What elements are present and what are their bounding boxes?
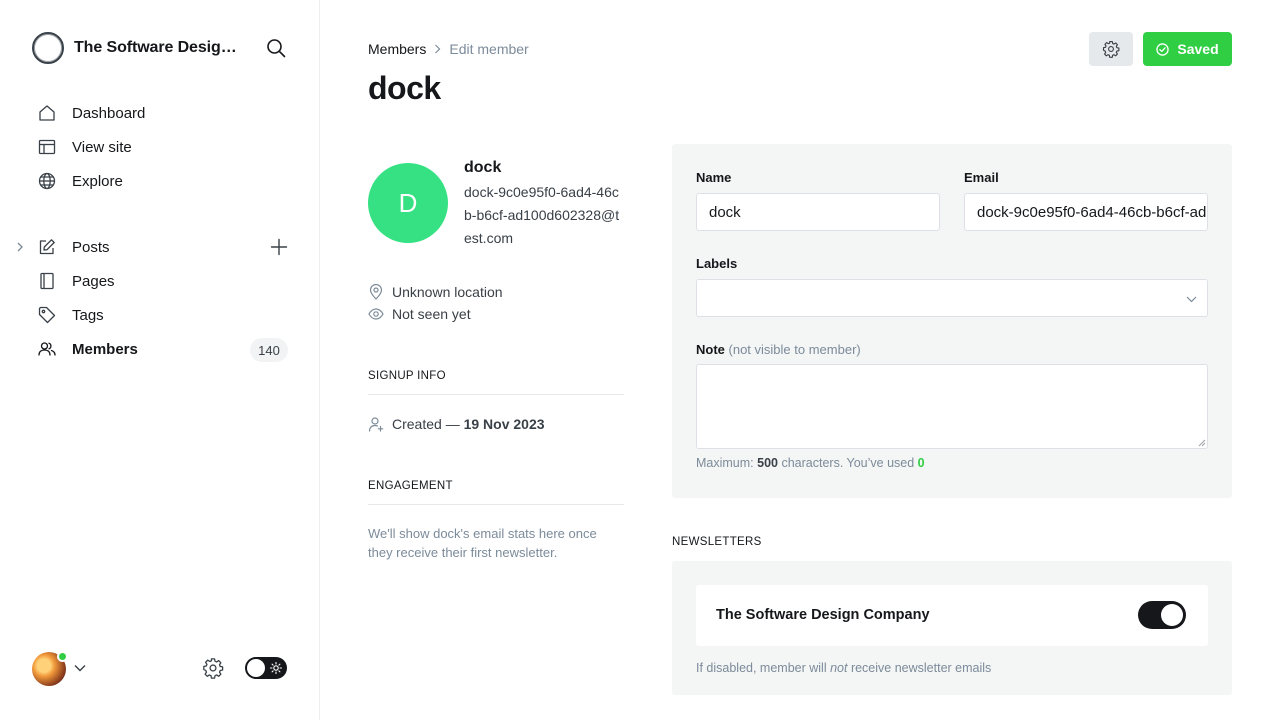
chevron-right-icon[interactable] (16, 241, 26, 253)
globe-icon (38, 172, 56, 190)
page-icon (38, 272, 56, 290)
member-actions-button[interactable] (1089, 32, 1133, 66)
user-menu[interactable] (32, 651, 68, 686)
eye-icon (368, 306, 384, 322)
online-status-dot (57, 651, 68, 662)
name-label: Name (696, 170, 732, 185)
members-count-badge: 140 (250, 338, 288, 362)
page-title: dock (368, 70, 441, 106)
engagement-text: We'll show dock's email stats here once … (368, 526, 597, 560)
name-field[interactable]: dock (696, 193, 940, 231)
brand[interactable]: The Software Design ... (32, 32, 246, 64)
email-field[interactable]: dock-9c0e95f0-6ad4-46cb-b6cf-ad100d60232… (964, 193, 1208, 231)
check-circle-icon (1156, 42, 1170, 56)
sidebar-item-dashboard[interactable]: Dashboard (24, 96, 296, 130)
site-logo (32, 32, 64, 64)
breadcrumb: Members Edit member (368, 40, 529, 58)
sidebar-nav: Dashboard View site Explore Posts Pages … (17, 96, 296, 366)
sidebar-item-label: Tags (72, 306, 104, 324)
chevron-down-icon[interactable] (74, 662, 86, 674)
sidebar-item-explore[interactable]: Explore (24, 164, 296, 198)
theme-toggle[interactable] (245, 657, 287, 679)
breadcrumb-current: Edit member (449, 41, 529, 57)
labels-label: Labels (696, 256, 738, 271)
sun-icon (270, 662, 282, 674)
member-email: dock-9c0e95f0-6ad4-46cb-b6cf-ad100d60232… (464, 184, 620, 246)
sidebar-item-members[interactable]: Members 140 (24, 332, 296, 366)
resize-handle-icon[interactable] (1198, 439, 1206, 447)
edit-icon (38, 238, 56, 256)
sidebar-item-label: Pages (72, 272, 115, 290)
sidebar-item-label: View site (72, 138, 132, 156)
site-title: The Software Design ... (74, 39, 246, 56)
chevron-right-icon (434, 44, 441, 54)
newsletters-panel: The Software Design Company If disabled,… (672, 561, 1232, 695)
breadcrumb-members-link[interactable]: Members (368, 41, 426, 57)
sidebar-item-label: Posts (72, 238, 110, 256)
settings-gear-icon[interactable] (202, 657, 224, 679)
layout-icon (38, 138, 56, 156)
chevron-down-icon (1185, 293, 1197, 305)
sidebar: The Software Design ... Dashboard View s… (0, 0, 320, 720)
save-button[interactable]: Saved (1143, 32, 1232, 66)
engagement-heading: ENGAGEMENT (368, 480, 624, 505)
sidebar-item-label: Members (72, 340, 138, 358)
newsletters-heading: NEWSLETTERS (672, 536, 762, 548)
newsletter-row: The Software Design Company (696, 585, 1208, 646)
home-icon (38, 104, 56, 122)
newsletter-name: The Software Design Company (716, 607, 930, 623)
note-char-hint: Maximum: 500 characters. You’ve used 0 (696, 456, 925, 470)
user-add-icon (368, 416, 384, 432)
email-label: Email (964, 170, 999, 185)
tag-icon (38, 306, 56, 324)
sidebar-item-posts[interactable]: Posts (17, 230, 296, 264)
search-icon[interactable] (264, 36, 288, 60)
member-location: Unknown location (368, 282, 503, 302)
signup-info-heading: SIGNUP INFO (368, 370, 624, 395)
main-content: Members Edit member dock Saved D dock do… (320, 0, 1280, 720)
members-icon (38, 340, 56, 358)
sidebar-item-tags[interactable]: Tags (24, 298, 296, 332)
member-last-seen: Not seen yet (368, 304, 471, 324)
sidebar-item-pages[interactable]: Pages (24, 264, 296, 298)
member-created: Created — 19 Nov 2023 (368, 414, 545, 434)
sidebar-footer (32, 650, 288, 686)
add-post-icon[interactable] (270, 238, 288, 256)
location-pin-icon (368, 284, 384, 300)
toggle-knob (1161, 604, 1183, 626)
note-textarea[interactable] (696, 364, 1208, 449)
toggle-knob (247, 659, 265, 677)
newsletter-subscription-toggle[interactable] (1138, 601, 1186, 629)
save-button-label: Saved (1177, 41, 1219, 57)
newsletter-hint: If disabled, member will not receive new… (696, 661, 992, 675)
member-avatar: D (368, 163, 448, 243)
sidebar-item-view-site[interactable]: View site (24, 130, 296, 164)
member-form: Name dock Email dock-9c0e95f0-6ad4-46cb-… (672, 144, 1232, 498)
member-name: dock (464, 159, 502, 176)
created-date: 19 Nov 2023 (463, 416, 545, 432)
note-sublabel: (not visible to member) (728, 342, 861, 357)
labels-select[interactable] (696, 279, 1208, 317)
gear-icon (1102, 40, 1120, 58)
sidebar-item-label: Explore (72, 172, 123, 190)
sidebar-item-label: Dashboard (72, 104, 146, 122)
note-label: Note (not visible to member) (696, 342, 861, 357)
